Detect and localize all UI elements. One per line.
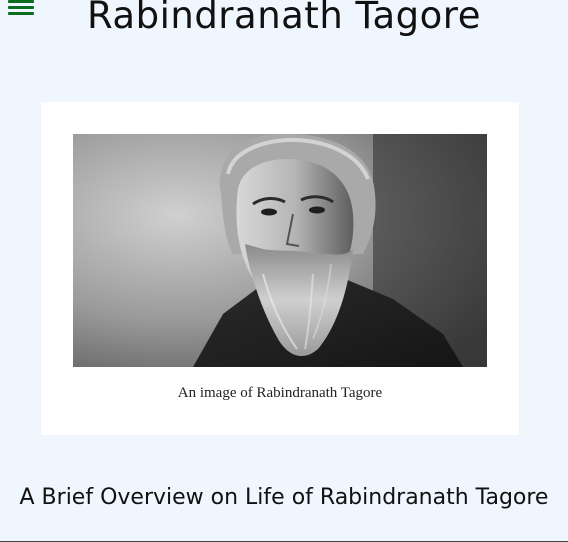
page-title: Rabindranath Tagore	[87, 0, 481, 37]
image-caption: An image of Rabindranath Tagore	[177, 385, 383, 401]
section-heading: A Brief Overview on Life of Rabindranath…	[19, 485, 549, 510]
portrait-image	[73, 134, 487, 367]
portrait-illustration	[73, 134, 487, 367]
figure-card: An image of Rabindranath Tagore	[41, 102, 519, 435]
